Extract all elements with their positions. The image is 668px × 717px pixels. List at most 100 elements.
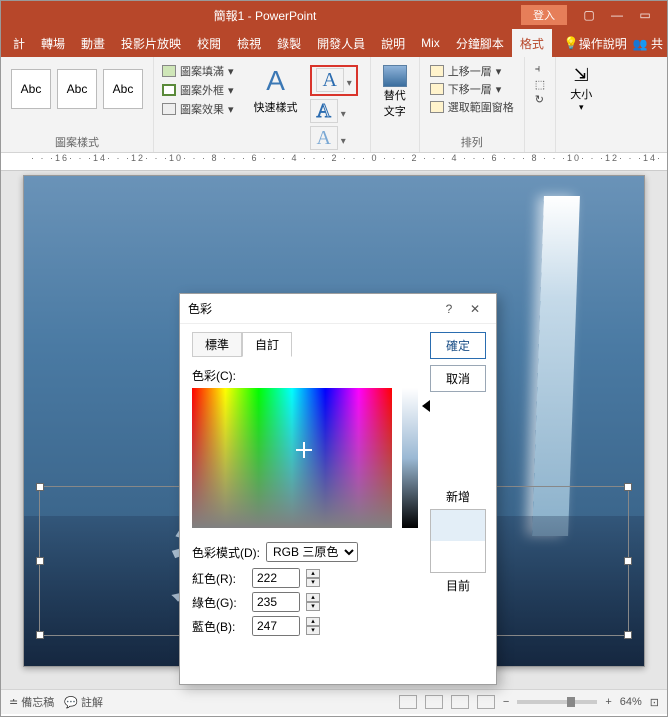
color-mode-select[interactable]: RGB 三原色	[266, 542, 358, 562]
normal-view-button[interactable]	[399, 695, 417, 709]
shape-effect-button[interactable]: 圖案效果▾	[162, 101, 234, 117]
tab-format[interactable]: 格式	[512, 29, 552, 58]
zoom-in-button[interactable]: +	[605, 696, 611, 708]
tab-animations[interactable]: 動畫	[73, 29, 113, 58]
selection-pane-button[interactable]: 選取範圍窗格	[430, 99, 514, 115]
slide-canvas[interactable]: · · ·16· · ·14· · ·12· · ·10· · · 8 · · …	[1, 153, 667, 689]
send-backward-button[interactable]: 下移一層 ▾	[430, 81, 514, 97]
chevron-down-icon: ▾	[228, 84, 234, 97]
color-mode-label: 色彩模式(D):	[192, 544, 260, 561]
blue-spin-down[interactable]: ▾	[306, 626, 320, 635]
reading-view-button[interactable]	[451, 695, 469, 709]
dialog-titlebar[interactable]: 色彩 ? ✕	[180, 294, 496, 324]
resize-handle[interactable]	[36, 631, 44, 639]
notes-button[interactable]: ≐ 備忘稿	[9, 694, 54, 710]
luminance-slider[interactable]	[402, 388, 418, 528]
ribbon-tabs: 計 轉場 動畫 投影片放映 校閱 檢視 錄製 開發人員 說明 Mix 分鐘腳本 …	[1, 29, 667, 57]
text-outline-button[interactable]: A ▾	[310, 100, 358, 123]
align-button[interactable]: ⫞	[535, 63, 545, 76]
fill-swatch-icon	[162, 65, 176, 77]
tab-help[interactable]: 說明	[373, 29, 413, 58]
tab-design[interactable]: 計	[5, 29, 33, 58]
spectrum-crosshair[interactable]	[298, 444, 310, 456]
quick-style-label: 快速樣式	[254, 99, 298, 115]
tab-view[interactable]: 檢視	[229, 29, 269, 58]
text-effect-button[interactable]: A ▾	[310, 127, 358, 150]
text-fill-button[interactable]: A ▾	[310, 65, 358, 96]
shape-outline-button[interactable]: 圖案外框 ▾	[162, 82, 234, 98]
tab-slideshow[interactable]: 投影片放映	[113, 29, 189, 58]
alt-text-button[interactable]: 替代 文字	[377, 59, 413, 125]
tab-developer[interactable]: 開發人員	[309, 29, 373, 58]
size-icon: ⇲	[574, 65, 589, 86]
shape-style-preset-1[interactable]: Abc	[11, 69, 51, 109]
comments-button[interactable]: 💬 註解	[64, 694, 103, 710]
green-input[interactable]	[252, 592, 300, 612]
red-spin-down[interactable]: ▾	[306, 578, 320, 587]
lightbulb-icon: 💡	[564, 36, 579, 50]
quick-style-icon: A	[266, 65, 285, 97]
green-spin-down[interactable]: ▾	[306, 602, 320, 611]
shape-style-preset-3[interactable]: Abc	[103, 69, 143, 109]
color-dialog: 色彩 ? ✕ 標準 自訂 色彩(C):	[179, 293, 497, 685]
outline-swatch-icon	[162, 84, 176, 96]
arrange-group: 上移一層 ▾ 下移一層 ▾ 選取範圍窗格 排列	[420, 57, 525, 152]
tab-custom[interactable]: 自訂	[242, 332, 292, 357]
zoom-slider[interactable]	[517, 700, 597, 704]
shape-fill-button[interactable]: 圖案填滿▾	[162, 63, 234, 79]
shape-style-preset-2[interactable]: Abc	[57, 69, 97, 109]
sorter-view-button[interactable]	[425, 695, 443, 709]
minimize-icon[interactable]: —	[603, 8, 631, 22]
chevron-down-icon: ▾	[579, 102, 584, 113]
tab-transitions[interactable]: 轉場	[33, 29, 73, 58]
rotate-button[interactable]: ↻	[535, 93, 545, 106]
tell-me[interactable]: 💡 操作說明 👥 共	[564, 35, 663, 52]
text-outline-icon: A	[310, 99, 338, 123]
ribbon-options-icon[interactable]: ▢	[575, 8, 603, 22]
green-spin-up[interactable]: ▴	[306, 593, 320, 602]
send-backward-label: 下移一層	[448, 81, 492, 97]
resize-handle[interactable]	[624, 557, 632, 565]
arrange-group-label: 排列	[426, 132, 518, 150]
bring-forward-label: 上移一層	[448, 63, 492, 79]
resize-handle[interactable]	[36, 557, 44, 565]
zoom-thumb[interactable]	[567, 697, 575, 707]
dialog-close-button[interactable]: ✕	[462, 302, 488, 316]
luminance-thumb[interactable]	[422, 400, 430, 412]
tab-minscript[interactable]: 分鐘腳本	[448, 29, 512, 58]
shape-styles-label: 圖案樣式	[7, 132, 147, 150]
login-button[interactable]: 登入	[521, 5, 567, 25]
blue-input[interactable]	[252, 616, 300, 636]
group-icon: ⬚	[535, 78, 545, 91]
dialog-help-button[interactable]: ?	[436, 302, 462, 316]
zoom-out-button[interactable]: −	[503, 696, 509, 708]
red-input[interactable]	[252, 568, 300, 588]
red-label: 紅色(R):	[192, 570, 246, 587]
size-button[interactable]: ⇲ 大小 ▾	[562, 59, 600, 119]
red-spin-up[interactable]: ▴	[306, 569, 320, 578]
share-icon[interactable]: 👥 共	[633, 35, 663, 52]
tab-record[interactable]: 錄製	[269, 29, 309, 58]
fit-window-button[interactable]: ⊡	[650, 696, 659, 709]
group-button[interactable]: ⬚	[535, 78, 545, 91]
restore-icon[interactable]: ▭	[631, 8, 659, 22]
cancel-button[interactable]: 取消	[430, 365, 486, 392]
tab-standard[interactable]: 標準	[192, 332, 242, 357]
tab-mix[interactable]: Mix	[413, 30, 448, 56]
resize-handle[interactable]	[624, 483, 632, 491]
blue-spin-up[interactable]: ▴	[306, 617, 320, 626]
chevron-down-icon: ▾	[338, 109, 346, 120]
new-color-label: 新增	[430, 488, 486, 505]
zoom-level[interactable]: 64%	[620, 696, 642, 708]
resize-handle[interactable]	[624, 631, 632, 639]
bring-forward-button[interactable]: 上移一層 ▾	[430, 63, 514, 79]
resize-handle[interactable]	[36, 483, 44, 491]
color-field-label: 色彩(C):	[192, 367, 418, 384]
shape-outline-label: 圖案外框	[180, 82, 224, 98]
color-spectrum[interactable]	[192, 388, 392, 528]
ok-button[interactable]: 確定	[430, 332, 486, 359]
quick-style-button[interactable]: A 快速樣式	[248, 59, 304, 156]
slideshow-view-button[interactable]	[477, 695, 495, 709]
effect-swatch-icon	[162, 103, 176, 115]
tab-review[interactable]: 校閱	[189, 29, 229, 58]
